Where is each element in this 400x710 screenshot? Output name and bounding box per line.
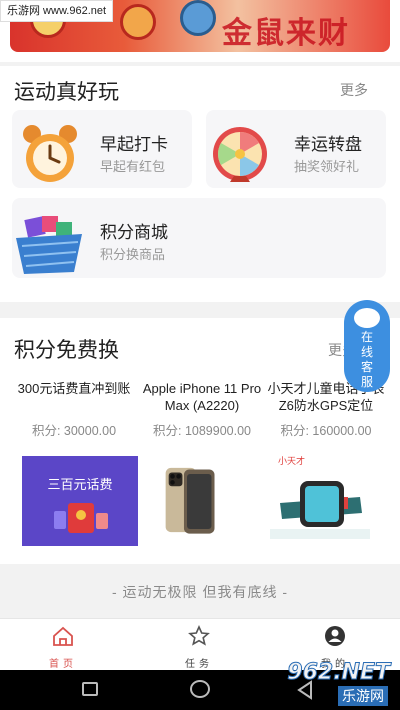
section-title: 积分免费换 (14, 339, 119, 362)
brand-label: 小天才 (278, 456, 306, 466)
banner-title: 金鼠来财 (222, 16, 350, 51)
watermark-logo: 962.NET 乐游网 (266, 656, 396, 706)
watermark-logo-text: 962.NET (287, 660, 391, 686)
shopping-basket-icon (16, 216, 82, 274)
home-button[interactable] (190, 680, 210, 698)
card-subtitle: 早起有红包 (100, 159, 166, 174)
watch-icon (270, 481, 370, 539)
product-image[interactable]: 三百元话费 (22, 456, 138, 546)
checkin-card[interactable]: 早起打卡 早起有红包 (12, 110, 192, 188)
slogan-text: - 运动无极限 但我有底线 - (112, 584, 288, 600)
product-item[interactable]: 300元话费直冲到账 积分: 30000.00 三百元话费 (10, 380, 138, 546)
tab-label: 首页 (49, 659, 77, 670)
product-price: 积分: 30000.00 (31, 424, 117, 438)
product-item[interactable]: Apple iPhone 11 Pro Max (A2220) 积分: 1089… (138, 380, 266, 534)
watch-image[interactable]: 小天才 (270, 454, 380, 546)
lantern-decoration (180, 0, 216, 36)
chat-bubble-icon (354, 308, 380, 328)
iphone-image[interactable] (158, 454, 242, 546)
product-price: 积分: 1089900.00 (153, 424, 251, 438)
product-name: Apple iPhone 11 Pro Max (A2220) (142, 381, 262, 413)
product-name: 300元话费直冲到账 (17, 381, 131, 396)
tab-label: 任务 (185, 659, 213, 670)
section-title: 运动真好玩 (14, 81, 119, 104)
fun-section: 运动真好玩 更多 早起打卡 早起有红包 幸运转盘 抽奖领好礼 积分商城 积分换商… (0, 66, 400, 302)
tab-home[interactable]: 首页 (28, 625, 98, 670)
tab-tasks[interactable]: 任务 (164, 625, 234, 670)
recents-button[interactable] (82, 682, 98, 696)
home-icon (53, 626, 73, 646)
product-image-caption: 三百元话费 (47, 477, 113, 492)
lucky-wheel-card[interactable]: 幸运转盘 抽奖领好礼 (206, 110, 386, 188)
alarm-clock-icon (23, 125, 77, 182)
card-title: 早起打卡 (100, 135, 168, 154)
service-label: 在线客服 (360, 330, 373, 389)
user-icon (325, 626, 345, 646)
red-envelope-icon (54, 503, 108, 533)
online-service-button[interactable]: 在线客服 (344, 300, 390, 392)
watermark-label: 乐游网 www.962.net (0, 0, 114, 22)
card-title: 幸运转盘 (294, 135, 362, 154)
card-subtitle: 积分换商品 (100, 247, 166, 262)
product-price: 积分: 160000.00 (280, 424, 372, 438)
card-title: 积分商城 (100, 223, 168, 242)
more-link[interactable]: 更多 (340, 80, 368, 100)
prize-wheel-icon (213, 127, 267, 182)
card-subtitle: 抽奖领好礼 (294, 159, 360, 174)
lantern-decoration (120, 4, 156, 40)
star-icon (188, 625, 210, 646)
points-mall-card[interactable]: 积分商城 积分换商品 (12, 198, 386, 278)
watermark-logo-sub: 乐游网 (338, 686, 388, 706)
